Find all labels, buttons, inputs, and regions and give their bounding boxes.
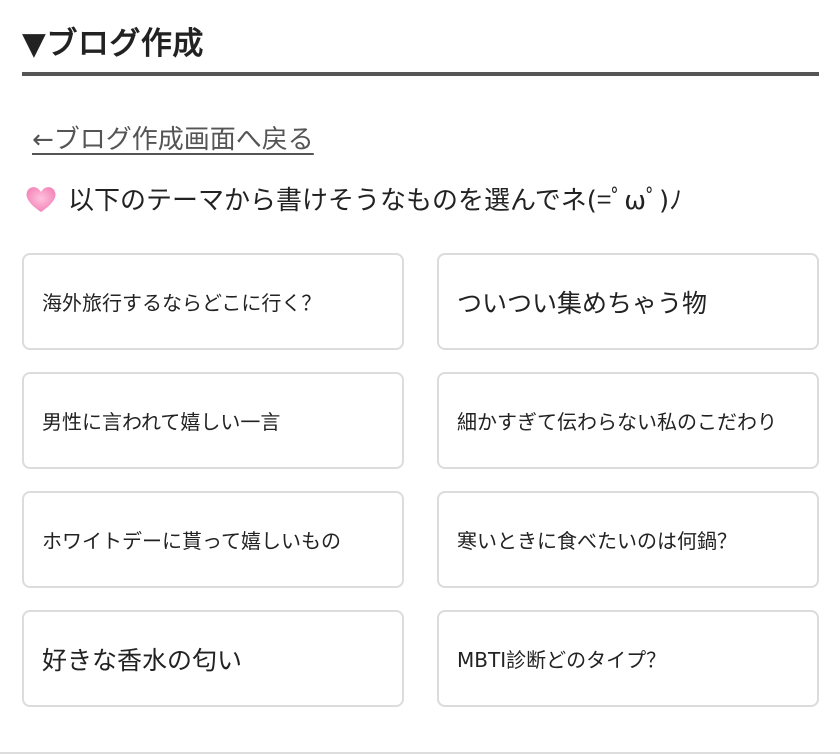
theme-card-mbti[interactable]: MBTI診断どのタイプ？ [437, 610, 819, 707]
theme-prompt: 以下のテーマから書けそうなものを選んでネ(=ﾟωﾟ)ﾉ [24, 180, 682, 217]
theme-label: 細かすぎて伝わらない私のこだわり [457, 410, 777, 434]
theme-card-collecting[interactable]: ついつい集めちゃう物 [437, 253, 819, 350]
heart-icon [24, 184, 58, 214]
theme-card-hotpot[interactable]: 寒いときに食べたいのは何鍋？ [437, 491, 819, 588]
theme-label: ついつい集めちゃう物 [457, 288, 708, 318]
theme-label: 寒いときに食べたいのは何鍋？ [457, 529, 737, 553]
theme-card-white-day[interactable]: ホワイトデーに貰って嬉しいもの [22, 491, 404, 588]
title-divider [22, 72, 819, 76]
theme-card-particular[interactable]: 細かすぎて伝わらない私のこだわり [437, 372, 819, 469]
theme-label: MBTI診断どのタイプ？ [457, 648, 667, 672]
theme-label: 好きな香水の匂い [42, 645, 243, 675]
page-title: ▼ブログ作成 [22, 26, 204, 62]
theme-card-perfume[interactable]: 好きな香水の匂い [22, 610, 404, 707]
prompt-text: 以下のテーマから書けそうなものを選んでネ(=ﾟωﾟ)ﾉ [68, 186, 683, 216]
theme-grid: 海外旅行するならどこに行く？ ついつい集めちゃう物 男性に言われて嬉しい一言 細… [22, 253, 819, 707]
theme-card-overseas-trip[interactable]: 海外旅行するならどこに行く？ [22, 253, 404, 350]
theme-card-compliment[interactable]: 男性に言われて嬉しい一言 [22, 372, 404, 469]
theme-label: ホワイトデーに貰って嬉しいもの [42, 529, 341, 553]
theme-label: 男性に言われて嬉しい一言 [42, 410, 281, 434]
theme-label: 海外旅行するならどこに行く？ [42, 291, 322, 315]
back-to-blog-create-link[interactable]: ←ブログ作成画面へ戻る [32, 119, 314, 156]
